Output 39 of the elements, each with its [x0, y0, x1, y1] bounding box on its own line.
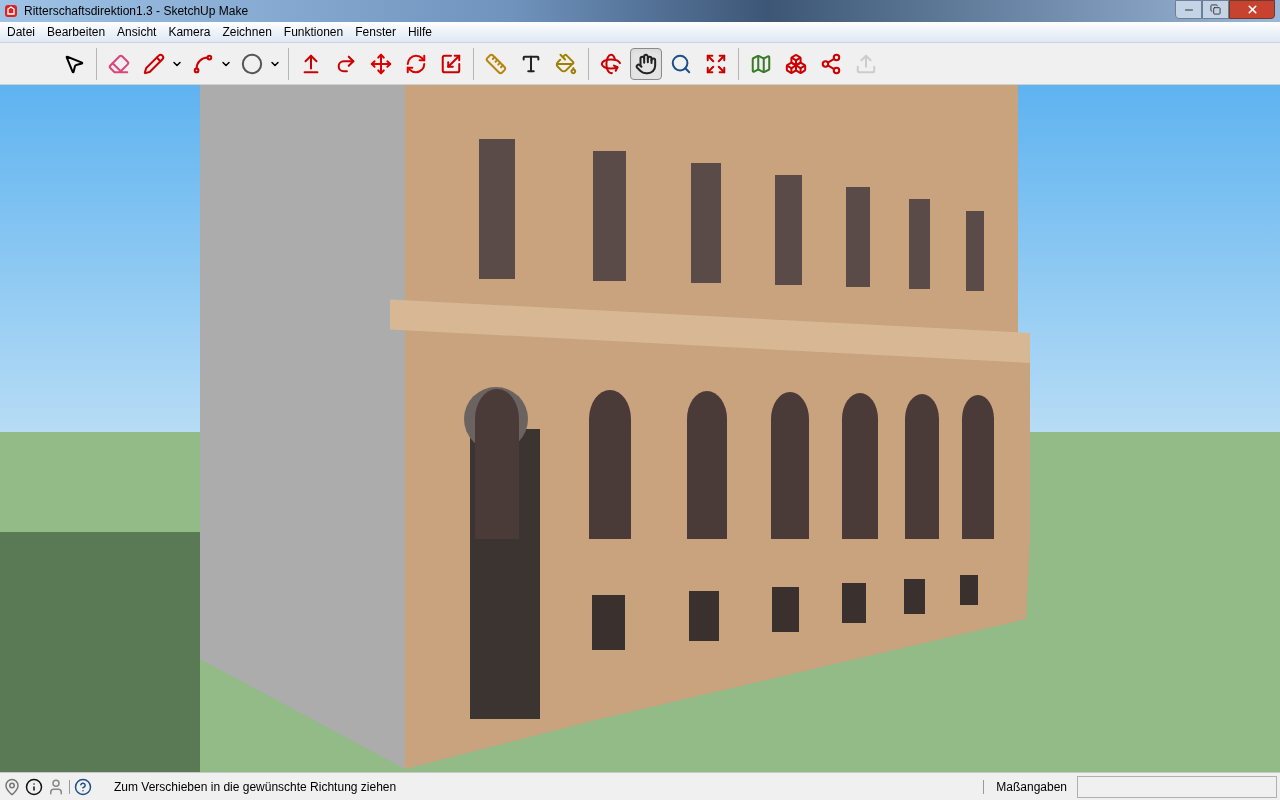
zoom-icon — [670, 52, 692, 75]
menu-item[interactable]: Fenster — [349, 23, 402, 41]
tape-measure-icon — [485, 52, 507, 75]
arc-icon — [192, 52, 214, 75]
zoom-extents-icon — [705, 52, 727, 75]
map-icon — [750, 52, 772, 75]
status-message: Zum Verschieben in die gewünschte Richtung ziehen — [114, 778, 397, 796]
measurements-label: Maßangaben — [996, 778, 1067, 796]
menu-item[interactable]: Bearbeiten — [41, 23, 112, 41]
pencil-icon — [143, 52, 165, 75]
menu-item[interactable]: Funktionen — [277, 23, 350, 41]
paint-bucket-icon — [555, 52, 577, 75]
move-icon — [370, 52, 392, 75]
menu-item[interactable]: Ansicht — [111, 23, 163, 41]
window-title: Ritterschaftsdirektion1.3 - SketchUp Make — [24, 3, 249, 20]
minimize-button[interactable] — [1175, 0, 1202, 19]
close-button[interactable] — [1229, 0, 1275, 19]
upload-icon — [855, 52, 877, 75]
app-logo-icon — [4, 4, 18, 18]
help-icon[interactable] — [74, 777, 92, 796]
rotate-icon — [405, 52, 427, 75]
warehouse-icon — [785, 52, 807, 75]
menu-item[interactable]: Kamera — [162, 23, 217, 41]
circle-icon — [241, 52, 263, 75]
measurements-field[interactable] — [1077, 775, 1277, 798]
orbit-icon — [600, 52, 622, 75]
scale-icon — [440, 52, 462, 75]
location-pin-icon[interactable] — [3, 777, 21, 796]
hand-icon — [635, 52, 657, 75]
tool-button[interactable] — [630, 47, 662, 80]
info-icon[interactable] — [25, 777, 43, 796]
restore-button[interactable] — [1202, 0, 1229, 19]
eraser-icon — [108, 52, 130, 75]
menu-item[interactable]: Datei — [1, 23, 41, 41]
share-icon — [820, 52, 842, 75]
menu-item[interactable]: Zeichnen — [216, 23, 278, 41]
close-icon — [1245, 3, 1259, 16]
restore-icon — [1210, 4, 1221, 15]
menu-item[interactable]: Hilfe — [401, 23, 438, 41]
